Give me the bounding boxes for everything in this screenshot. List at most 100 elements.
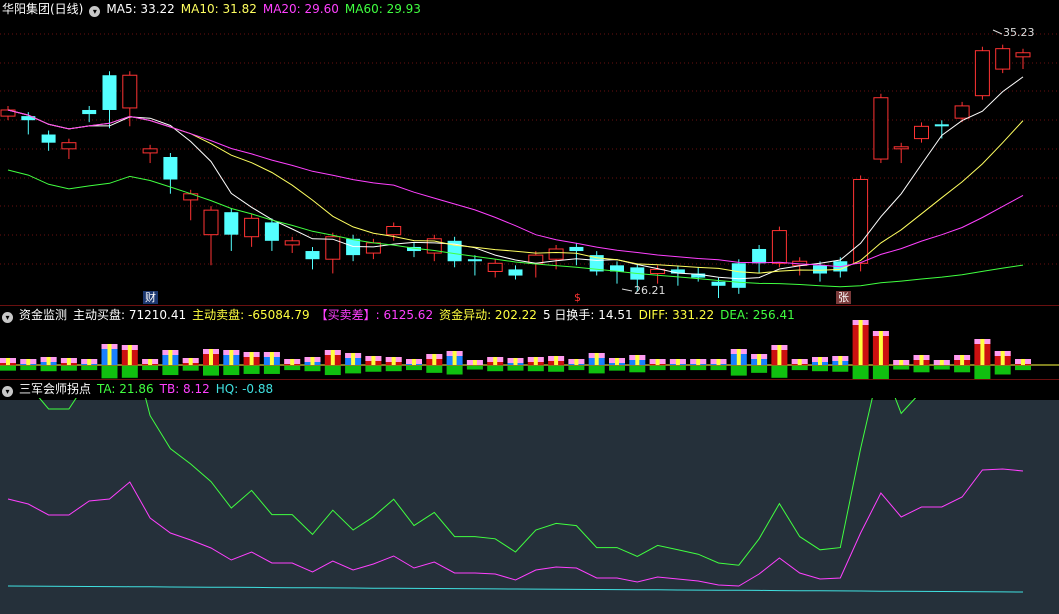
fund-diff-bar xyxy=(493,357,498,365)
candlestick-chart[interactable] xyxy=(0,0,1059,305)
fund-sell-bar xyxy=(588,366,605,374)
osc-chevron-icon[interactable]: ▾ xyxy=(2,386,13,397)
candle-body xyxy=(974,50,990,97)
oscillator-panel[interactable]: ▾ 三军会师拐点 TA: 21.86 TB: 8.12 HQ: -0.88 xyxy=(0,380,1059,614)
candle-body xyxy=(569,246,584,252)
fund-diff-bar xyxy=(594,353,599,365)
candle-body xyxy=(771,230,787,264)
fund-sell-bar xyxy=(548,366,565,372)
active-sell-label: 主动卖盘: -65084.79 xyxy=(192,308,310,322)
fund-diff-bar xyxy=(452,351,457,365)
fund-diff-bar xyxy=(168,350,173,365)
fund-monitor-panel[interactable]: ▾ 资金监测 主动买盘: 71210.41 主动卖盘: -65084.79 【买卖差】:… xyxy=(0,306,1059,380)
fund-diff-bar xyxy=(188,358,193,365)
fund-sell-bar xyxy=(954,366,971,373)
osc-title: 三军会师拐点 xyxy=(19,382,92,396)
candle-body xyxy=(224,212,239,235)
fund-sell-bar xyxy=(446,366,463,375)
fund-sell-bar xyxy=(771,366,788,378)
fund-diff-bar xyxy=(939,360,944,365)
candle-body xyxy=(508,269,523,276)
fund-sell-bar xyxy=(832,366,849,372)
fund-header: ▾ 资金监测 主动买盘: 71210.41 主动卖盘: -65084.79 【买卖差】:… xyxy=(0,306,801,324)
fund-diff-bar xyxy=(838,356,843,365)
fund-diff-bar xyxy=(899,360,904,365)
fund-diff-bar xyxy=(615,358,619,365)
fund-diff-bar xyxy=(432,354,437,365)
ma60-label: MA60: 29.93 xyxy=(344,2,421,16)
fund-sell-bar xyxy=(223,366,240,376)
fund-sell-bar xyxy=(527,366,544,372)
osc-background xyxy=(0,400,1059,614)
candle-body xyxy=(711,281,726,286)
candle-body xyxy=(305,251,320,260)
fund-diff-bar xyxy=(635,355,640,365)
fund-diff-bar xyxy=(351,353,356,365)
fund-diff-bar xyxy=(554,356,559,365)
fund-chevron-icon[interactable]: ▾ xyxy=(2,312,13,323)
fund-sell-bar xyxy=(121,366,138,378)
candle-body xyxy=(853,178,869,264)
osc-header: ▾ 三军会师拐点 TA: 21.86 TB: 8.12 HQ: -0.88 xyxy=(0,380,1059,398)
fund-sell-bar xyxy=(933,366,950,370)
fund-sell-bar xyxy=(385,366,402,372)
hq-label: HQ: -0.88 xyxy=(215,382,274,396)
fund-sell-bar xyxy=(730,366,747,376)
fund-diff-bar xyxy=(412,359,416,365)
finance-tag[interactable]: 财 xyxy=(143,291,158,304)
fund-sell-bar xyxy=(872,366,889,379)
fund-diff-bar xyxy=(66,358,71,365)
fund-diff-bar xyxy=(919,355,924,365)
fund-sell-bar xyxy=(162,366,179,376)
fund-diff-bar xyxy=(878,331,883,365)
fund-sell-bar xyxy=(852,366,869,379)
fund-sell-bar xyxy=(629,366,646,373)
turnover-label: 5 日换手: 14.51 xyxy=(542,308,633,322)
candle-body xyxy=(467,259,482,262)
fund-diff-bar xyxy=(26,359,31,365)
fund-sell-bar xyxy=(142,366,159,371)
fund-sell-bar xyxy=(893,366,910,370)
candle-body xyxy=(41,134,56,143)
candle-body xyxy=(102,75,117,110)
fund-sell-bar xyxy=(20,366,37,371)
dollar-tag[interactable]: $ xyxy=(572,291,583,304)
rise-tag[interactable]: 张 xyxy=(836,291,851,304)
fund-sell-bar xyxy=(81,366,98,371)
fund-sell-bar xyxy=(791,366,808,371)
fund-sell-bar xyxy=(345,366,362,374)
fund-sell-bar xyxy=(182,366,199,371)
fund-diff-bar xyxy=(675,359,680,365)
fund-sell-bar xyxy=(466,366,483,370)
candle-body xyxy=(873,97,889,160)
fund-diff-bar xyxy=(960,355,965,365)
ma10-line xyxy=(7,109,1024,274)
candlestick-panel[interactable]: 华阳集团(日线) ▾ MA5: 33.22 MA10: 31.82 MA20: 29.6… xyxy=(0,0,1059,306)
settings-chevron-icon[interactable]: ▾ xyxy=(89,6,101,17)
fund-diff-bar xyxy=(6,358,10,365)
fund-diff-bar xyxy=(249,352,254,365)
candle-body xyxy=(82,109,97,115)
fund-diff-bar xyxy=(290,359,295,365)
candle-body xyxy=(954,105,970,119)
fund-diff-bar xyxy=(818,357,822,365)
candle-body xyxy=(995,48,1011,70)
fund-diff-bar xyxy=(1021,359,1025,365)
fund-diff-bar xyxy=(980,339,985,365)
fund-diff-bar xyxy=(696,359,701,365)
oscillator-chart[interactable] xyxy=(0,380,1059,614)
fund-sell-bar xyxy=(751,366,768,373)
candle-body xyxy=(61,142,77,150)
fund-sell-bar xyxy=(710,366,727,371)
candle-body xyxy=(813,265,827,274)
fund-diff-bar xyxy=(777,345,782,365)
fund-sell-bar xyxy=(40,366,57,372)
fund-diff-bar xyxy=(757,354,762,365)
fund-sell-bar xyxy=(974,366,991,379)
fund-diff-bar xyxy=(107,344,112,365)
fund-diff-bar xyxy=(46,357,51,365)
fund-diff-bar xyxy=(797,359,802,365)
candle-body xyxy=(934,124,949,127)
fund-diff-bar xyxy=(87,359,92,365)
fund-diff-bar xyxy=(513,358,518,365)
